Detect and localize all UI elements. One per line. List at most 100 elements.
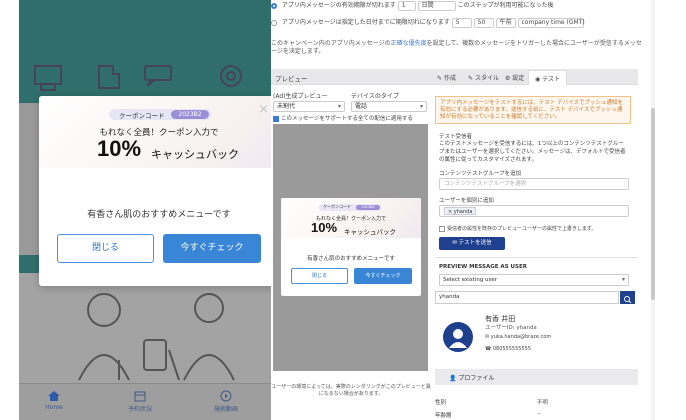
modal-headline: もれなく全員！クーポン入力で — [99, 128, 219, 138]
hour-select[interactable]: 5 — [451, 17, 472, 28]
bottom-navigation: Home 予約状況 施術動画 — [19, 383, 271, 420]
test-recipients-text: このテストメッセージを受信するには、1つ以上のコンテンツテストグループまたはユー… — [439, 141, 626, 163]
search-button[interactable] — [620, 291, 635, 304]
existing-user-select[interactable]: Select existing user — [439, 274, 629, 286]
avatar — [443, 322, 473, 352]
user-email: ✉ yuka.handa@braze.com — [485, 334, 551, 340]
in-app-message-modal: × クーポンコード 2023B2 もれなく全員！クーポン入力で 10% キャッシ… — [39, 96, 271, 286]
priority-desc-pre: このキャンペーン内のアプリ内メッセージの — [271, 40, 391, 47]
user-email-value: yuka.handa@braze.com — [490, 334, 552, 340]
profile-row-value: 不明 — [537, 400, 549, 406]
profile-row-gender: 性別 不明 — [435, 398, 638, 406]
banner-illustration — [34, 65, 242, 91]
test-groups-input[interactable]: コンテンツテストグループを選択 — [439, 178, 629, 190]
override-attrs-checkbox[interactable]: 受信者の属性を既存のプレビューユーザーの属性で上書きします。 — [439, 225, 596, 232]
profile-row-key: 性別 — [435, 400, 447, 406]
override-attrs-label: 受信者の属性を既存のプレビューユーザーの属性で上書きします。 — [447, 226, 597, 232]
nav-reservations[interactable]: 予約状況 — [115, 390, 165, 413]
mini-body: 有香さん肌のおすすめメニューです — [307, 256, 395, 262]
tab-compose[interactable]: ✎ 作成 — [437, 73, 456, 82]
apply-all-label: このメッセージをサポートする全ての配信に適用する — [281, 116, 413, 122]
tab-settings[interactable]: ⚙ 設定 — [505, 73, 524, 82]
mini-coupon-label: クーポンコード — [323, 204, 351, 209]
clinic-illustration — [78, 293, 235, 381]
preview-user-label: (Ad)生成プレビュー — [273, 93, 328, 100]
modal-percent: 10% — [97, 136, 142, 161]
nav-reservations-label: 予約状況 — [127, 406, 152, 413]
calendar-icon — [134, 391, 146, 402]
home-icon — [48, 391, 60, 401]
checkbox-checked-icon — [273, 115, 279, 122]
user-card: 有香 井田 ユーザーID: yhanda ✉ yuka.handa@braze.… — [435, 312, 635, 366]
user-chip[interactable]: × yhanda — [444, 207, 477, 215]
mini-cta-button: 今すぐチェック — [354, 268, 412, 284]
priority-link[interactable]: 正確な優先度 — [391, 40, 427, 47]
section-divider — [435, 257, 638, 258]
priority-description: このキャンペーン内のアプリ内メッセージの正確な優先度を設定して、複数のメッセージ… — [271, 40, 646, 56]
device-preview-area: クーポンコード 2023B2 もれなく全員！クーポン入力で 10% キャッシュバ… — [273, 124, 428, 371]
play-icon — [220, 390, 232, 402]
timezone-select[interactable]: company time (GMT) — [517, 17, 585, 28]
user-phone-value: 080555555555 — [492, 346, 532, 352]
preview-user-select[interactable]: 未割代 — [273, 101, 345, 112]
device-type-select[interactable]: 電話 — [351, 101, 427, 112]
preview-title: プレビュー — [275, 75, 308, 83]
expiry-option-duration[interactable]: アプリ内メッセージの有効期限が切れます 1 日間 このステップが利用可能になった… — [271, 0, 554, 11]
nav-videos-label: 施術動画 — [213, 406, 238, 413]
close-icon[interactable]: × — [258, 102, 269, 117]
search-icon — [624, 296, 632, 304]
nav-videos[interactable]: 施術動画 — [201, 390, 251, 413]
nav-home[interactable]: Home — [29, 390, 79, 411]
radio-date[interactable] — [271, 19, 277, 26]
tab-test-label: テスト — [542, 76, 561, 83]
tab-test[interactable]: ◉ テスト — [528, 70, 568, 85]
profile-row-age: 年齢層 -- — [435, 411, 638, 419]
profile-row-key: 年齢層 — [435, 413, 452, 419]
user-search-input[interactable]: yhanda — [435, 291, 619, 304]
tab-settings-label: 設定 — [512, 75, 525, 82]
checkbox-empty-icon — [439, 225, 445, 232]
right-gutter — [655, 0, 686, 420]
coupon-label: クーポンコード — [119, 112, 165, 120]
tab-style[interactable]: ✎ スタイル — [468, 73, 499, 82]
mini-headline: もれなく全員！クーポン入力で — [315, 216, 386, 222]
modal-body: 有香さん肌のおすすめメニューです — [87, 210, 231, 220]
minute-select[interactable]: 50 — [473, 17, 494, 28]
expiry-suffix: このステップが利用可能になった後 — [457, 2, 554, 9]
preview-tabbar: プレビュー ✎ 作成 ✎ スタイル ⚙ 設定 ◉ テスト — [271, 69, 638, 85]
user-phone: ☎ 080555555555 — [485, 346, 531, 352]
expiry-option-date[interactable]: アプリ内メッセージは指定した日付までに期限切れになります 5 50 午前 com… — [271, 17, 585, 28]
profile-section-header[interactable]: 👤 プロファイル — [435, 369, 638, 385]
expiry-days-input[interactable]: 1 — [397, 0, 416, 11]
modal-cta-button[interactable]: 今すぐチェック — [163, 234, 261, 263]
expiry-duration-label: アプリ内メッセージの有効期限が切れます — [281, 2, 396, 9]
device-type-label: デバイスのタイプ — [351, 93, 399, 100]
expiry-unit-select[interactable]: 日間 — [417, 0, 456, 11]
modal-cashback: キャッシュバック — [151, 148, 239, 161]
phone-icon: ☎ — [485, 346, 493, 352]
apply-all-checkbox[interactable]: このメッセージをサポートする全ての配信に適用する — [273, 114, 413, 122]
mini-close-button: 閉じる — [291, 268, 348, 284]
preview-as-user-title: PREVIEW MESSAGE AS USER — [439, 264, 527, 270]
profile-title-text: プロファイル — [458, 375, 495, 382]
expiry-date-label: アプリ内メッセージは指定した日付までに期限切れになります — [281, 19, 450, 26]
test-users-label: ユーザーを個別に追加 — [439, 198, 494, 204]
profile-row-value: -- — [537, 411, 541, 417]
campaign-editor-panel: アプリ内メッセージの有効期限が切れます 1 日間 このステップが利用可能になった… — [271, 0, 651, 420]
test-users-input[interactable]: × yhanda — [439, 205, 629, 217]
test-groups-label: コンテンツテストグループを追加 — [439, 171, 522, 177]
mini-cashback: キャッシュバック — [344, 228, 396, 236]
send-test-button[interactable]: ✉ テストを送信 — [439, 237, 505, 250]
tab-style-label: スタイル — [474, 75, 499, 82]
user-avatar-icon — [449, 329, 467, 348]
user-search-row: yhanda — [435, 291, 635, 304]
phone-preview: Home 予約状況 施術動画 × クーポンコード 2023B2 もれなく全員！ク… — [19, 0, 271, 420]
ampm-select[interactable]: 午前 — [495, 17, 516, 28]
mini-coupon-code: 2023B2 — [356, 205, 380, 210]
radio-duration[interactable] — [271, 2, 277, 9]
mini-percent: 10% — [311, 220, 338, 235]
preview-disclaimer: ユーザーの環境によっては、実際のレンダリングがこのプレビューと異になるない場合が… — [271, 384, 431, 397]
tab-compose-label: 作成 — [443, 75, 456, 82]
modal-close-button[interactable]: 閉じる — [57, 234, 154, 263]
test-recipients-label: テスト受信者 — [439, 134, 473, 140]
